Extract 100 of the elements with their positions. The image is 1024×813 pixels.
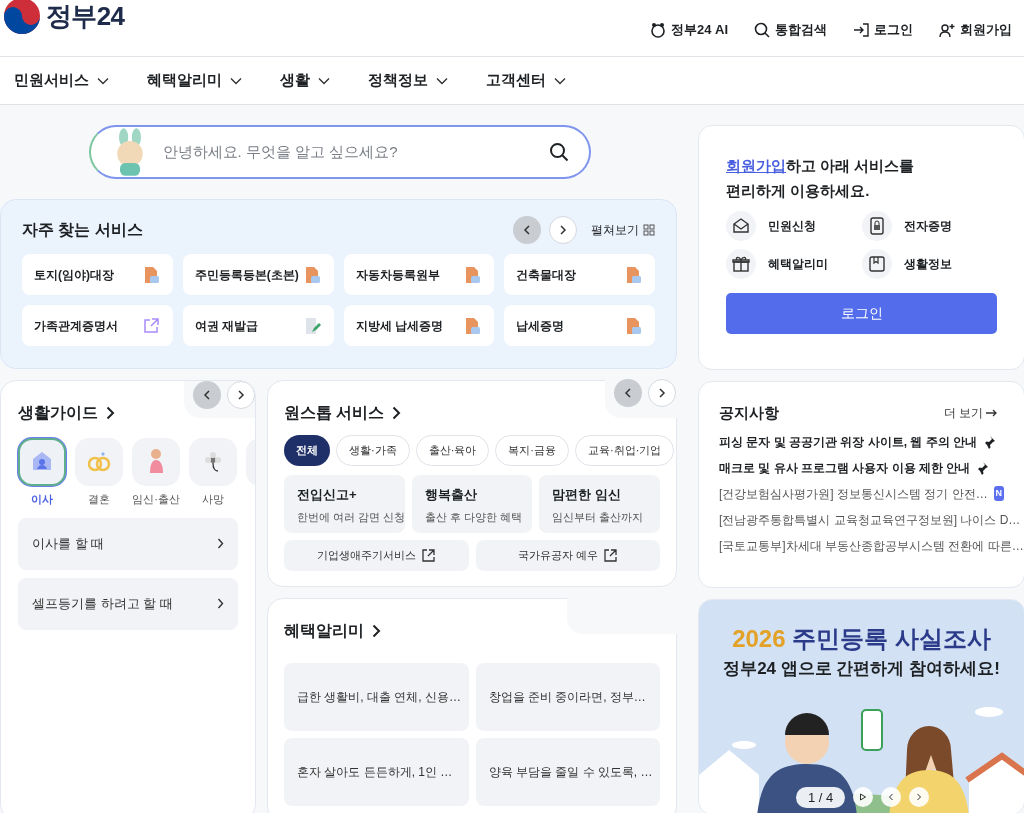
chevron-down-icon	[97, 76, 109, 85]
chevron-down-icon	[436, 76, 448, 85]
gift-icon	[731, 254, 751, 274]
filter-chip[interactable]: 복지·금융	[495, 435, 569, 466]
login-link[interactable]: 로그인	[853, 20, 913, 40]
banner[interactable]: 2026 주민등록 사실조사 정부24 앱으로 간편하게 참여하세요! 1 / 4	[698, 599, 1024, 813]
document-icon	[625, 265, 643, 284]
notice-link[interactable]: [국토교통부]차세대 부동산종합공부시스템 전환에 따른…	[719, 536, 1024, 555]
quick-service-link[interactable]: 민원신청	[726, 211, 862, 241]
category-tile[interactable]	[18, 438, 66, 486]
chevron-left-icon	[887, 793, 896, 802]
document-icon	[303, 265, 322, 284]
notice-link[interactable]: [전남광주통합특별시 교육청교육연구정보원] 나이스 D…	[719, 510, 1021, 529]
chevron-right-icon	[559, 225, 567, 235]
search-link[interactable]: 통합검색	[754, 20, 827, 40]
logo-icon[interactable]	[2, 0, 42, 36]
section-title: 공지사항	[719, 403, 779, 423]
filter-chip[interactable]: 교육·취업·기업	[575, 435, 675, 466]
section-title[interactable]: 원스톱 서비스	[284, 401, 402, 425]
service-item[interactable]: 건축물대장	[504, 254, 655, 295]
chevron-right-icon	[237, 390, 245, 400]
search-icon[interactable]	[548, 142, 569, 162]
ai-link[interactable]: 정부24 AI	[649, 20, 728, 40]
onestop-service-card[interactable]: 맘편한 임신 임신부터 출산까지	[539, 475, 660, 533]
mail-icon	[731, 216, 751, 236]
more-link[interactable]: 더 보기	[943, 404, 998, 423]
document-icon	[142, 265, 161, 284]
play-icon	[859, 793, 868, 802]
chevron-left-icon	[624, 388, 632, 398]
search-input[interactable]: 안녕하세요. 무엇을 알고 싶으세요?	[162, 140, 549, 164]
guide-topic-item[interactable]: 이사를 할 때	[18, 517, 238, 570]
category-tile[interactable]	[132, 438, 180, 486]
quick-service-link[interactable]: 전자증명	[861, 211, 997, 241]
chevron-right-icon	[106, 406, 115, 420]
signup-link[interactable]: 회원가입	[726, 157, 786, 174]
notice-link[interactable]: 매크로 및 유사 프로그램 사용자 이용 제한 안내	[719, 458, 971, 477]
nav-menu-item[interactable]: 혜택알리미	[147, 69, 242, 92]
edit-document-icon	[303, 316, 322, 335]
signup-link[interactable]: 회원가입	[939, 20, 1012, 40]
onestop-service-card[interactable]: 전입신고+ 한번에 여러 감면 신청	[284, 475, 405, 533]
pin-icon	[983, 434, 997, 449]
bookmark-icon	[866, 254, 887, 274]
external-link-icon	[142, 316, 161, 335]
next-button[interactable]	[549, 216, 577, 244]
notice-link[interactable]: 피싱 문자 및 공공기관 위장 사이트, 웹 주의 안내	[719, 432, 977, 451]
document-icon	[464, 265, 483, 284]
search-icon	[754, 21, 770, 38]
category-label: 이사	[31, 492, 53, 507]
chevron-left-icon	[203, 390, 211, 400]
login-button[interactable]: 로그인	[726, 293, 997, 334]
external-service-link[interactable]: 기업생애주기서비스	[284, 540, 469, 571]
service-item[interactable]: 지방세 납세증명	[343, 305, 495, 346]
arrow-right-icon	[986, 408, 998, 419]
robot-icon	[649, 21, 666, 38]
notice-link[interactable]: [건강보험심사평가원] 정보통신시스템 정기 안전…	[719, 484, 988, 503]
chevron-down-icon	[318, 76, 330, 85]
service-item[interactable]: 주민등록등본(초본)	[182, 254, 334, 295]
logo-text[interactable]: 정부24	[46, 0, 125, 36]
chevron-right-icon	[217, 538, 224, 549]
expand-link[interactable]: 펼쳐보기	[591, 221, 655, 239]
filter-chip[interactable]: 생활·가족	[336, 435, 410, 466]
benefit-item[interactable]: 혼자 살아도 든든하게, 1인 …	[284, 738, 469, 806]
benefit-item[interactable]: 급한 생활비, 대출 연체, 신용…	[284, 663, 469, 731]
external-link-icon	[422, 549, 436, 562]
external-service-link[interactable]: 국가유공자 예우	[475, 540, 660, 571]
category-tile[interactable]	[75, 438, 123, 486]
chevron-right-icon	[217, 598, 224, 609]
nav-menu-item[interactable]: 민원서비스	[14, 69, 109, 92]
banner-headline: 2026 주민등록 사실조사	[732, 624, 991, 654]
add-user-icon	[939, 21, 955, 38]
chevron-down-icon	[554, 76, 566, 85]
search-field[interactable]: 안녕하세요. 무엇을 알고 싶으세요?	[88, 125, 591, 179]
external-link-icon	[604, 549, 618, 562]
service-item[interactable]: 가족관계증명서	[22, 305, 173, 346]
category-tile[interactable]	[189, 438, 237, 486]
chevron-right-icon	[658, 388, 666, 398]
chevron-right-icon	[372, 624, 381, 638]
benefit-item[interactable]: 창업을 준비 중이라면, 정부…	[475, 663, 660, 731]
service-item[interactable]: 여권 재발급	[182, 305, 334, 346]
nav-menu-item[interactable]: 정책정보	[368, 69, 448, 92]
banner-subline: 정부24 앱으로 간편하게 참여하세요!	[723, 658, 1000, 680]
category-label: 사망	[202, 492, 224, 507]
filter-chip[interactable]: 출산·육아	[415, 435, 490, 466]
section-title[interactable]: 생활가이드	[18, 401, 115, 425]
section-title[interactable]: 혜택알리미	[284, 619, 381, 643]
service-item[interactable]: 토지(임야)대장	[22, 254, 173, 295]
chevron-left-icon	[523, 225, 531, 235]
nav-menu-item[interactable]: 생활	[280, 69, 330, 92]
service-item[interactable]: 납세증명	[504, 305, 655, 346]
signup-prompt: 회원가입하고 아래 서비스를 편리하게 이용하세요.	[726, 156, 916, 201]
nav-menu-item[interactable]: 고객센터	[486, 69, 566, 92]
benefit-item[interactable]: 양육 부담을 줄일 수 있도록, …	[475, 738, 660, 806]
guide-topic-item[interactable]: 셀프등기를 하려고 할 때	[18, 577, 238, 630]
service-item[interactable]: 자동차등록원부	[343, 254, 495, 295]
quick-service-link[interactable]: 혜택알리미	[726, 249, 862, 279]
onestop-service-card[interactable]: 행복출산 출산 후 다양한 혜택	[411, 475, 533, 533]
filter-chip[interactable]: 전체	[284, 435, 330, 466]
section-title: 자주 찾는 서비스	[22, 220, 143, 240]
category-label: 결혼	[88, 492, 110, 507]
quick-service-link[interactable]: 생활정보	[861, 249, 997, 279]
